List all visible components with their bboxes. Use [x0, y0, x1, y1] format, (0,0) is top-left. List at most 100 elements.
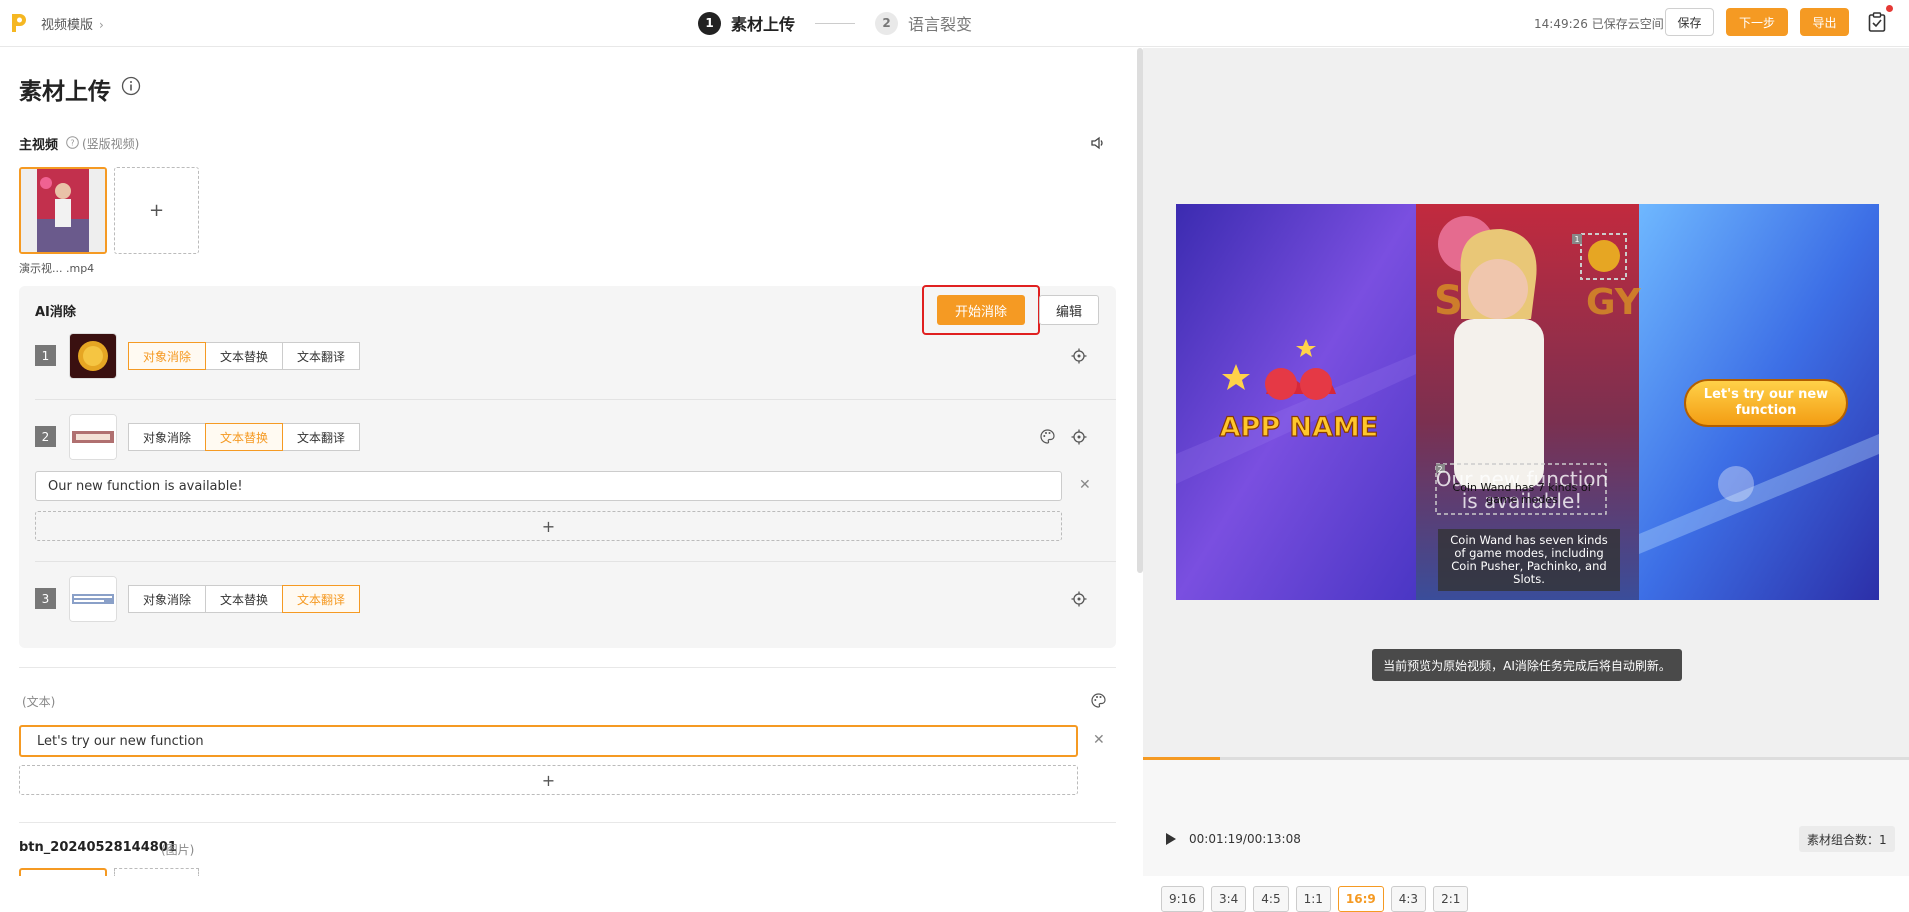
next-step-button[interactable]: 下一步 [1726, 8, 1788, 36]
ratio-button[interactable]: 9:16 [1161, 886, 1204, 912]
close-icon[interactable]: ✕ [1093, 732, 1105, 748]
mode-text-translate[interactable]: 文本翻译 [282, 585, 361, 613]
ratio-button[interactable]: 1:1 [1295, 886, 1331, 912]
mode-object-removal[interactable]: 对象消除 [128, 423, 207, 451]
item-thumbnail[interactable] [69, 333, 117, 379]
image-section-label: btn_20240528144801 [19, 840, 177, 855]
mode-object-removal[interactable]: 对象消除 [128, 342, 207, 370]
mode-text-replace[interactable]: 文本替换 [205, 342, 284, 370]
text-thumbnail-image [70, 415, 116, 459]
row-divider [35, 561, 1116, 562]
timecode: 00:01:19/00:13:08 [1189, 832, 1301, 846]
coin-thumbnail-image [70, 334, 116, 378]
ai-removal-panel: AI消除 开始消除 编辑 1 对象消除 文本替换 文本翻译 2 对象消除 文本替… [19, 285, 1116, 648]
app-name-text: APP NAME [1220, 412, 1379, 443]
step-1-label[interactable]: 素材上传 [731, 11, 795, 35]
item-thumbnail[interactable] [69, 576, 117, 622]
image-section-hint: (图片) [161, 843, 195, 857]
add-main-video-button[interactable]: + [114, 167, 199, 254]
ratio-button[interactable]: 3:4 [1210, 886, 1247, 912]
notification-dot [1886, 5, 1893, 12]
page-title: 素材上传 [19, 79, 111, 105]
edit-button[interactable]: 编辑 [1039, 295, 1099, 325]
save-status: 14:49:26 已保存云空间 [1534, 17, 1664, 31]
start-removal-button[interactable]: 开始消除 [937, 295, 1025, 325]
mode-text-translate[interactable]: 文本翻译 [282, 423, 361, 451]
cta-line-1: Let's try our new [1704, 387, 1828, 402]
ratio-button[interactable]: 4:3 [1390, 886, 1427, 912]
item-number: 1 [35, 345, 56, 366]
step-connector [815, 22, 856, 24]
svg-text:GY: GY [1586, 282, 1642, 323]
add-text-button[interactable]: + [19, 765, 1078, 795]
ratio-button[interactable]: 16:9 [1337, 886, 1384, 912]
cta-line-2: function [1736, 403, 1797, 418]
item-thumbnail[interactable] [69, 414, 117, 460]
replace-text-input[interactable]: Our new function is available! [35, 471, 1062, 501]
video-preview[interactable]: APP NAME Let's try our new function SH G… [1176, 204, 1879, 600]
palette-icon[interactable] [1091, 693, 1106, 708]
svg-text:Coin Pusher, Pachinko, and: Coin Pusher, Pachinko, and [1451, 559, 1606, 573]
ratio-button[interactable]: 4:5 [1253, 886, 1289, 912]
help-icon[interactable]: ? [66, 136, 79, 149]
chevron-right-icon: › [99, 18, 104, 32]
main-video-label: 主视频 [19, 138, 59, 153]
mode-selector-1: 对象消除 文本替换 文本翻译 [128, 342, 361, 370]
material-upload-panel: 素材上传 主视频 ? (竖版视频) + 演示视... .mp4 AI消除 开始消… [0, 48, 1143, 876]
clipboard-check-icon[interactable] [1868, 12, 1886, 32]
top-bar: 视频模版 › 1 素材上传 2 语言裂变 14:49:26 已保存云空间 保存 下… [0, 0, 1909, 47]
ratio-button[interactable]: 2:1 [1433, 886, 1469, 912]
add-text-button[interactable]: + [35, 511, 1062, 541]
breadcrumb-label[interactable]: 视频模版 [41, 18, 93, 33]
speaker-icon[interactable] [1090, 135, 1106, 151]
caption-thumbnail-image [70, 577, 116, 621]
preview-notice: 当前预览为原始视频，AI消除任务完成后将自动刷新。 [1372, 649, 1682, 681]
section-divider [19, 822, 1116, 823]
play-icon[interactable] [1165, 832, 1177, 846]
locate-target-icon[interactable] [1071, 348, 1087, 364]
svg-text:of game modes, including: of game modes, including [1454, 546, 1603, 560]
mode-text-replace[interactable]: 文本替换 [205, 423, 284, 451]
main-video-hint: (竖版视频) [82, 137, 140, 151]
app-logo-icon[interactable] [10, 12, 28, 34]
locate-target-icon[interactable] [1071, 429, 1087, 445]
mode-selector-2: 对象消除 文本替换 文本翻译 [128, 423, 361, 451]
export-button[interactable]: 导出 [1800, 8, 1849, 36]
mode-text-translate[interactable]: 文本翻译 [282, 342, 361, 370]
ai-removal-title: AI消除 [35, 305, 76, 320]
mode-selector-3: 对象消除 文本替换 文本翻译 [128, 585, 361, 613]
breadcrumb[interactable]: 视频模版 › [41, 14, 104, 33]
svg-text:Coin Wand has seven kinds: Coin Wand has seven kinds [1450, 533, 1607, 547]
text-input[interactable]: Let's try our new function [19, 725, 1078, 757]
section-divider [19, 667, 1116, 668]
mode-object-removal[interactable]: 对象消除 [128, 585, 207, 613]
mode-text-replace[interactable]: 文本替换 [205, 585, 284, 613]
aspect-ratio-selector: 9:16 3:4 4:5 1:1 16:9 4:3 2:1 [1161, 886, 1469, 912]
svg-text:game modes: game modes [1486, 493, 1558, 506]
step-1-number: 1 [698, 11, 721, 35]
palette-icon[interactable] [1040, 429, 1055, 444]
overlay-marker-1: 1 [1574, 235, 1579, 244]
item-number: 3 [35, 588, 56, 609]
video-file-name: 演示视... .mp4 [19, 262, 95, 275]
locate-target-icon[interactable] [1071, 591, 1087, 607]
preview-panel: APP NAME Let's try our new function SH G… [1143, 48, 1909, 912]
add-image-button[interactable] [114, 868, 199, 876]
main-video-thumbnail[interactable] [19, 167, 107, 254]
step-2-label[interactable]: 语言裂变 [908, 11, 972, 35]
step-indicator: 1 素材上传 2 语言裂变 [698, 10, 972, 36]
svg-text:?: ? [70, 139, 74, 148]
close-icon[interactable]: ✕ [1079, 477, 1091, 493]
row-divider [35, 399, 1116, 400]
svg-text:Slots.: Slots. [1513, 572, 1545, 586]
save-button[interactable]: 保存 [1665, 8, 1714, 36]
combination-count: 素材组合数：1 [1799, 826, 1895, 852]
text-section-label: (文本) [22, 695, 56, 709]
image-thumbnail[interactable] [19, 868, 107, 876]
preview-frame: APP NAME Let's try our new function SH G… [1176, 204, 1879, 600]
step-2-number: 2 [875, 11, 899, 35]
info-icon[interactable] [121, 76, 141, 96]
video-thumbnail-image [21, 169, 105, 252]
item-number: 2 [35, 426, 56, 447]
player-controls: 00:01:19/00:13:08 素材组合数：1 9:16 3:4 4:5 1:1 1… [1143, 760, 1909, 912]
